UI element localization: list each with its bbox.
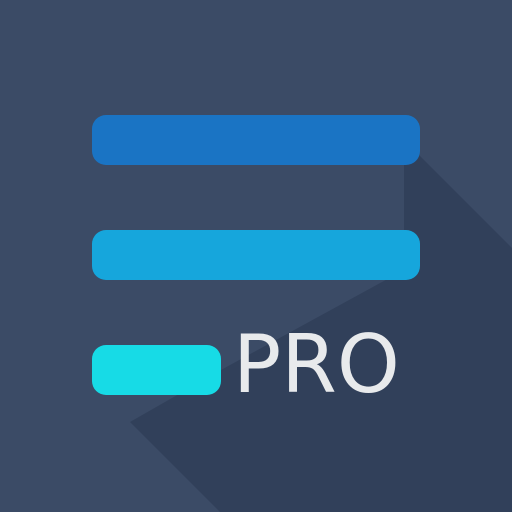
list-bar-top xyxy=(92,115,420,165)
list-bar-bottom xyxy=(92,345,221,395)
list-bar-middle xyxy=(92,230,420,280)
app-icon: PRO xyxy=(0,0,512,512)
pro-label: PRO xyxy=(233,318,400,411)
